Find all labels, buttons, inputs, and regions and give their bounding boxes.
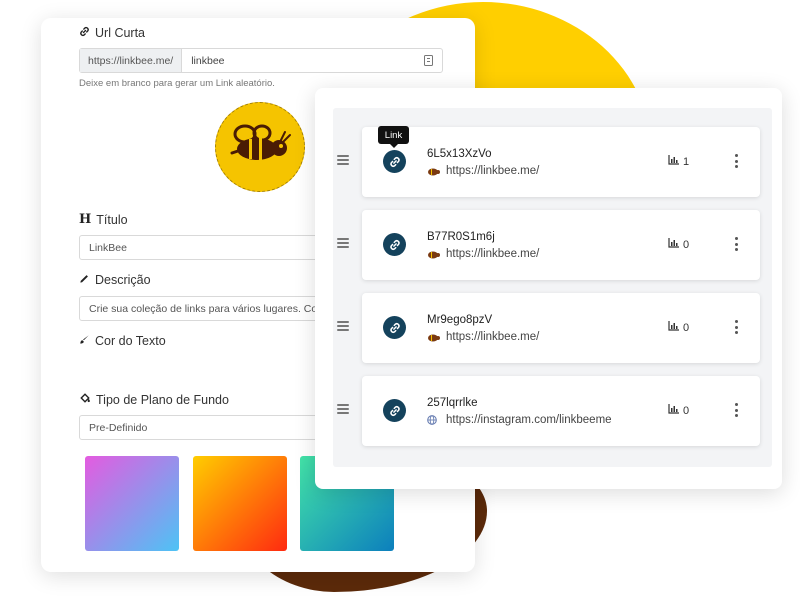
drag-handle-icon[interactable] [337,238,349,248]
links-list: 6L5x13XzVo https://linkbee.me/ 1 B77R0S1… [333,108,772,467]
link-row: Mr9ego8pzV https://linkbee.me/ 0 [333,293,772,365]
background-type-label-row: Tipo de Plano de Fundo [79,392,229,407]
click-stats[interactable]: 1 [668,155,689,168]
more-options-icon[interactable] [732,237,740,251]
title-label-row: H Título [79,212,128,227]
text-color-label: Cor do Texto [95,334,166,348]
globe-icon [427,415,440,425]
link-url: https://linkbee.me/ [427,331,539,343]
click-count: 0 [683,238,690,251]
click-count: 1 [683,155,690,168]
link-url: https://instagram.com/linkbeeme [427,414,612,426]
bar-chart-icon [668,321,679,334]
link-row: B77R0S1m6j https://linkbee.me/ 0 [333,210,772,282]
more-options-icon[interactable] [732,154,740,168]
link-icon[interactable] [383,150,406,173]
bar-chart-icon [668,155,679,168]
link-url: https://linkbee.me/ [427,248,539,260]
link-url-text: https://linkbee.me/ [446,248,540,260]
click-count: 0 [683,321,690,334]
drag-handle-icon[interactable] [337,155,349,165]
short-url-input[interactable]: linkbee [182,49,414,72]
link-card[interactable]: B77R0S1m6j https://linkbee.me/ 0 [362,210,760,280]
link-icon[interactable] [383,233,406,256]
short-url-label-row: Url Curta [79,26,145,40]
paintbrush-icon [79,334,90,348]
bee-icon [427,332,440,342]
text-color-label-row: Cor do Texto [79,334,166,348]
description-label: Descrição [95,273,151,287]
heading-icon: H [79,212,92,227]
description-label-row: Descrição [79,273,151,287]
profile-avatar[interactable] [215,102,305,192]
short-url-label: Url Curta [95,26,146,40]
link-url-text: https://linkbee.me/ [446,331,540,343]
link-icon [79,26,90,40]
link-url: https://linkbee.me/ [427,165,539,177]
bar-chart-icon [668,404,679,417]
links-list-card: 6L5x13XzVo https://linkbee.me/ 1 B77R0S1… [315,88,782,489]
drag-handle-icon[interactable] [337,404,349,414]
link-title: Mr9ego8pzV [427,314,493,326]
link-row: 257lqrrlke https://instagram.com/linkbee… [333,376,772,448]
link-card[interactable]: 6L5x13XzVo https://linkbee.me/ 1 [362,127,760,197]
link-tooltip: Link [378,126,409,148]
click-stats[interactable]: 0 [668,404,689,417]
link-icon[interactable] [383,399,406,422]
bar-chart-icon [668,238,679,251]
short-url-input-group: https://linkbee.me/ linkbee [79,48,443,73]
bee-icon [427,166,440,176]
bee-icon [427,249,440,259]
short-url-prefix: https://linkbee.me/ [80,49,183,72]
link-card[interactable]: 257lqrrlke https://instagram.com/linkbee… [362,376,760,446]
link-title: 257lqrrlke [427,397,478,409]
background-type-label: Tipo de Plano de Fundo [96,392,229,407]
gradient-swatch-orange-red[interactable] [193,456,287,551]
link-title: 6L5x13XzVo [427,148,492,160]
gradient-swatch-pink-blue[interactable] [85,456,179,551]
bee-logo-icon [229,124,291,171]
link-card[interactable]: Mr9ego8pzV https://linkbee.me/ 0 [362,293,760,363]
link-icon[interactable] [383,316,406,339]
fill-bucket-icon [79,392,91,407]
pen-icon [79,273,90,287]
click-stats[interactable]: 0 [668,321,689,334]
autofill-icon[interactable] [414,49,442,72]
title-label: Título [96,212,128,227]
drag-handle-icon[interactable] [337,321,349,331]
more-options-icon[interactable] [732,403,740,417]
link-title: B77R0S1m6j [427,231,495,243]
link-url-text: https://linkbee.me/ [446,165,540,177]
short-url-help-text: Deixe em branco para gerar um Link aleat… [79,78,275,89]
more-options-icon[interactable] [732,320,740,334]
click-count: 0 [683,404,690,417]
link-url-text: https://instagram.com/linkbeeme [446,414,612,426]
click-stats[interactable]: 0 [668,238,689,251]
